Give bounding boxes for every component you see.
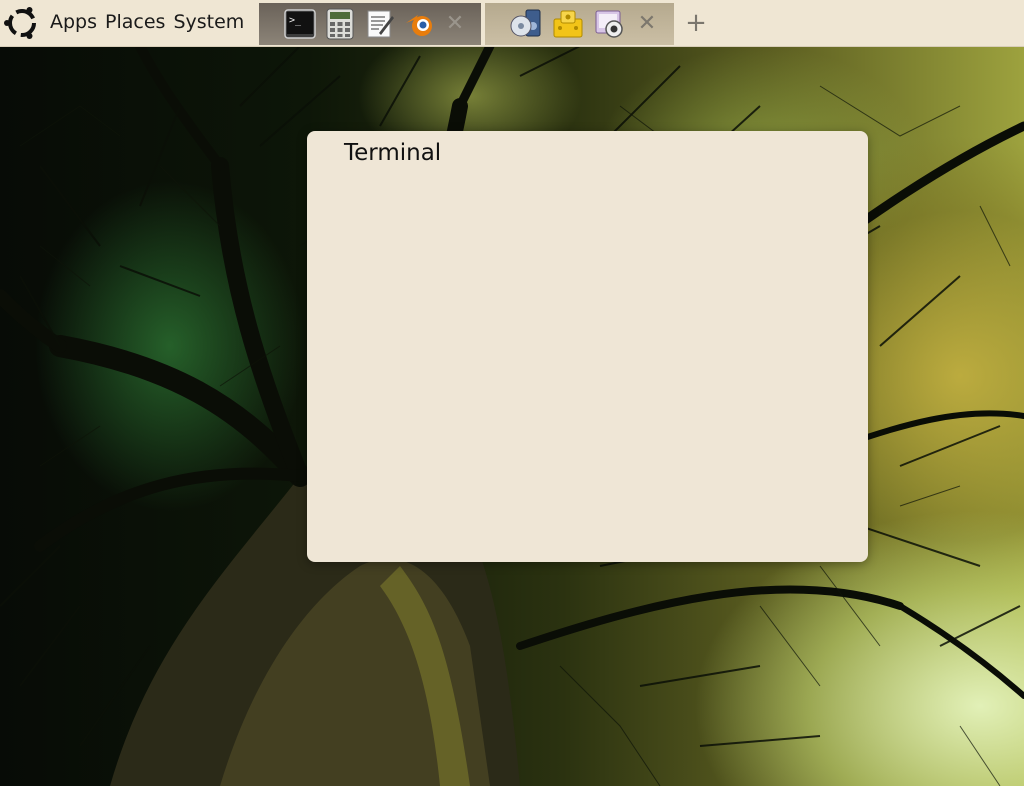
close-launcher-group-left-icon[interactable]: ✕ [443, 7, 467, 41]
window-title: Terminal [344, 140, 442, 166]
text-editor-launcher[interactable] [363, 7, 397, 41]
terminal-launcher[interactable]: >_ [283, 7, 317, 41]
system-monitor-launcher[interactable] [509, 7, 543, 41]
terminal-window[interactable]: Terminal [307, 131, 868, 562]
blender-launcher[interactable] [403, 7, 437, 41]
blender-icon [406, 15, 432, 36]
close-launcher-group-right-icon[interactable]: ✕ [635, 7, 659, 41]
package-manager-launcher[interactable] [551, 7, 585, 41]
add-launcher-icon[interactable]: + [684, 8, 708, 38]
calculator-launcher[interactable] [323, 7, 357, 41]
menu-system[interactable]: System [173, 9, 244, 35]
menu-places[interactable]: Places [105, 9, 165, 35]
system-monitor-icon [510, 9, 541, 37]
main-menu: Apps Places System [50, 9, 244, 35]
webcam-launcher[interactable] [593, 7, 627, 41]
svg-text:>_: >_ [289, 15, 302, 26]
terminal-icon: >_ [284, 9, 316, 39]
package-manager-icon [553, 10, 583, 38]
text-editor-icon [367, 10, 394, 38]
menu-apps[interactable]: Apps [50, 9, 97, 35]
launcher-group-left: >_ ✕ [259, 3, 481, 45]
calculator-icon [326, 8, 354, 40]
webcam-icon [595, 10, 623, 38]
top-panel: Apps Places System >_ ✕ ✕ + [0, 0, 1024, 47]
ubuntu-logo-icon[interactable] [2, 4, 40, 42]
launcher-group-right: ✕ [485, 3, 674, 45]
